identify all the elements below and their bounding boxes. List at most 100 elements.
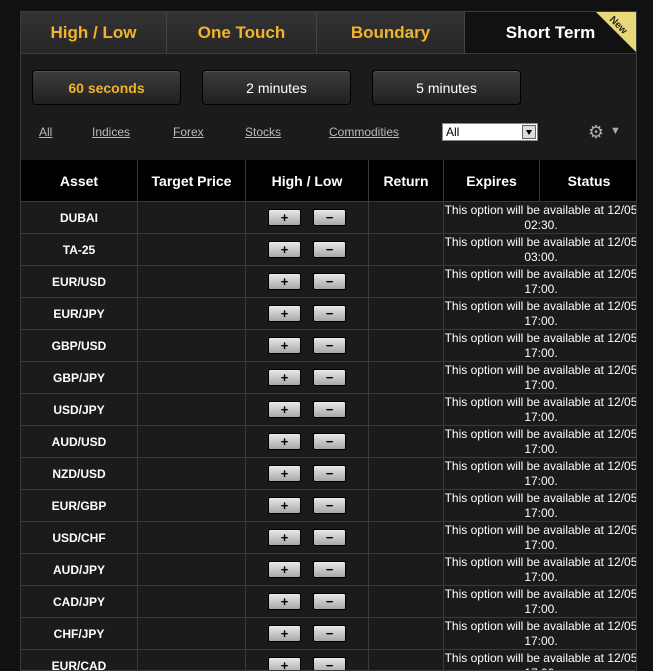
asset-name: DUBAI: [21, 202, 138, 233]
plus-icon[interactable]: +: [268, 209, 301, 226]
plus-icon[interactable]: +: [268, 433, 301, 450]
target-price-cell: [138, 458, 246, 489]
minus-icon[interactable]: −: [313, 241, 346, 258]
duration-60-seconds-button[interactable]: 60 seconds: [32, 70, 181, 105]
minus-icon[interactable]: −: [313, 657, 346, 670]
table-row: USD/JPY + − This option will be available a…: [21, 394, 637, 426]
table-row: CHF/JPY + − This option will be available a…: [21, 618, 636, 650]
minus-icon[interactable]: −: [313, 337, 346, 354]
high-low-cell: + −: [246, 522, 369, 553]
return-cell: [369, 618, 444, 649]
minus-icon[interactable]: −: [313, 209, 346, 226]
minus-icon[interactable]: −: [313, 369, 346, 386]
target-price-cell: [138, 394, 246, 425]
plus-icon[interactable]: +: [268, 401, 301, 418]
asset-name: CAD/JPY: [21, 586, 138, 617]
status-cell: This option will be available at 12/05 1…: [444, 554, 637, 584]
high-low-cell: + −: [246, 266, 369, 297]
asset-name: AUD/USD: [21, 426, 138, 457]
table-header: Asset Target Price High / Low Return Exp…: [21, 160, 636, 202]
target-price-cell: [138, 234, 246, 265]
minus-icon[interactable]: −: [313, 305, 346, 322]
duration-5-minutes-button[interactable]: 5 minutes: [372, 70, 521, 105]
minus-icon[interactable]: −: [313, 529, 346, 546]
minus-icon[interactable]: −: [313, 625, 346, 642]
gear-icon[interactable]: ⚙: [588, 122, 604, 143]
table-row: GBP/JPY + − This option will be available a…: [21, 362, 637, 394]
minus-icon[interactable]: −: [313, 465, 346, 482]
asset-name: CHF/JPY: [21, 618, 138, 649]
select-arrow-icon: [522, 125, 536, 139]
target-price-cell: [138, 202, 246, 233]
header-status: Status: [567, 172, 611, 189]
return-cell: [369, 426, 444, 457]
target-price-cell: [138, 330, 246, 361]
high-low-cell: + −: [246, 362, 369, 393]
plus-icon[interactable]: +: [268, 657, 301, 670]
high-low-cell: + −: [246, 586, 369, 617]
high-low-cell: + −: [246, 490, 369, 521]
table-body: DUBAI + − This option will be available at …: [21, 202, 637, 670]
filter-commodities-link[interactable]: Commodities: [329, 125, 399, 139]
plus-icon[interactable]: +: [268, 305, 301, 322]
asset-name: USD/CHF: [21, 522, 138, 553]
tab-short-term[interactable]: Short Term New: [465, 12, 636, 53]
high-low-cell: + −: [246, 330, 369, 361]
target-price-cell: [138, 266, 246, 297]
minus-icon[interactable]: −: [313, 497, 346, 514]
table-row: AUD/USD + − This option will be available a…: [21, 426, 636, 458]
plus-icon[interactable]: +: [268, 465, 301, 482]
plus-icon[interactable]: +: [268, 561, 301, 578]
high-low-cell: + −: [246, 554, 369, 585]
asset-name: USD/JPY: [21, 394, 138, 425]
return-cell: [369, 298, 444, 329]
table-row: EUR/USD + − This option will be available a…: [21, 266, 637, 298]
asset-name: TA-25: [21, 234, 138, 265]
target-price-cell: [138, 554, 246, 585]
high-low-cell: + −: [246, 426, 369, 457]
return-cell: [369, 202, 444, 233]
table-row: EUR/JPY + − This option will be available a…: [21, 298, 636, 330]
filter-stocks-link[interactable]: Stocks: [245, 125, 281, 139]
filter-all-link[interactable]: All: [39, 125, 52, 139]
trading-panel: High / Low One Touch Boundary Short Term…: [20, 11, 637, 671]
minus-icon[interactable]: −: [313, 561, 346, 578]
table-row: GBP/USD + − This option will be available a…: [21, 330, 636, 362]
tab-boundary[interactable]: Boundary: [317, 12, 465, 53]
target-price-cell: [138, 618, 246, 649]
target-price-cell: [138, 426, 246, 457]
asset-type-select[interactable]: All: [442, 123, 538, 141]
header-high-low: High / Low: [246, 160, 369, 201]
asset-name: EUR/JPY: [21, 298, 138, 329]
header-expires: Expires: [444, 160, 540, 201]
return-cell: [369, 554, 444, 585]
plus-icon[interactable]: +: [268, 337, 301, 354]
minus-icon[interactable]: −: [313, 273, 346, 290]
plus-icon[interactable]: +: [268, 369, 301, 386]
chevron-down-icon[interactable]: ▼: [610, 125, 621, 137]
tab-high-low[interactable]: High / Low: [21, 12, 167, 53]
plus-icon[interactable]: +: [268, 625, 301, 642]
plus-icon[interactable]: +: [268, 241, 301, 258]
plus-icon[interactable]: +: [268, 497, 301, 514]
status-cell: This option will be available at 12/05 1…: [444, 266, 637, 296]
filter-indices-link[interactable]: Indices: [92, 125, 130, 139]
asset-name: AUD/JPY: [21, 554, 138, 585]
status-cell: This option will be available at 12/05 1…: [444, 522, 637, 552]
status-cell: This option will be available at 12/05 0…: [444, 202, 637, 232]
tab-one-touch[interactable]: One Touch: [167, 12, 317, 53]
plus-icon[interactable]: +: [268, 273, 301, 290]
status-cell: This option will be available at 12/05 1…: [444, 362, 637, 392]
minus-icon[interactable]: −: [313, 401, 346, 418]
asset-name: EUR/USD: [21, 266, 138, 297]
options-table: Asset Target Price High / Low Return Exp…: [21, 160, 637, 670]
status-cell: This option will be available at 12/05 1…: [444, 394, 637, 424]
duration-2-minutes-button[interactable]: 2 minutes: [202, 70, 351, 105]
table-row: DUBAI + − This option will be available at …: [21, 202, 637, 234]
minus-icon[interactable]: −: [313, 433, 346, 450]
minus-icon[interactable]: −: [313, 593, 346, 610]
plus-icon[interactable]: +: [268, 593, 301, 610]
filter-forex-link[interactable]: Forex: [173, 125, 204, 139]
plus-icon[interactable]: +: [268, 529, 301, 546]
high-low-cell: + −: [246, 394, 369, 425]
